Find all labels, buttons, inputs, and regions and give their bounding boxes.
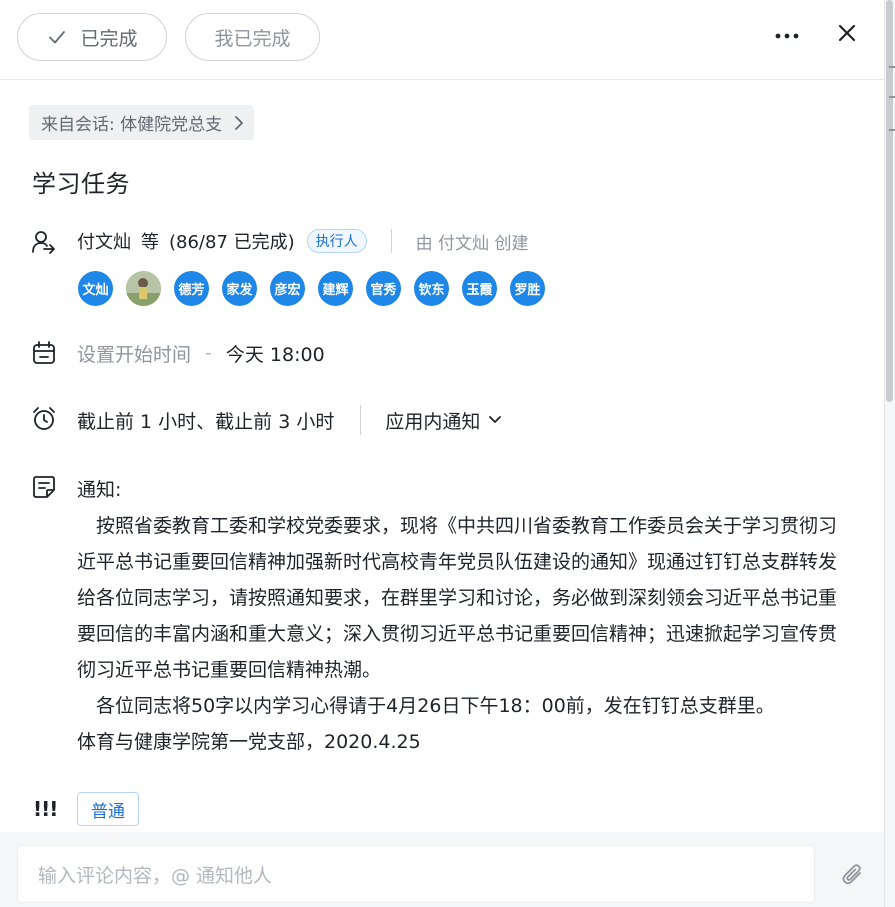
checkmark-icon (49, 31, 66, 44)
task-header: 已完成 我已完成 (0, 0, 884, 80)
my-done-button[interactable]: 我已完成 (185, 13, 320, 61)
alarm-clock-icon (33, 407, 55, 430)
source-conversation-link[interactable]: 来自会话: 体健院党总支 (29, 105, 255, 140)
avatar[interactable]: 官秀 (366, 271, 401, 306)
note-signature: 体育与健康学院第一党支部，2020.4.25 (77, 731, 421, 753)
task-description[interactable]: 通知: 按照省委教育工委和学校党委要求，现将《中共四川省委教育工作委员会关于学习… (77, 472, 847, 760)
source-label: 来自会话: 体健院党总支 (41, 115, 223, 135)
task-title[interactable]: 学习任务 (32, 164, 130, 199)
avatar[interactable]: 德芳 (174, 271, 209, 306)
assignee-lead-name: 付文灿 (77, 232, 131, 253)
notify-channel-select[interactable]: 应用内通知 (385, 407, 502, 434)
photo-avatar-image (126, 271, 161, 306)
assignees-icon (32, 231, 55, 254)
creator-info: 由 付文灿 创建 (415, 233, 529, 254)
avatar[interactable]: 玉霞 (462, 271, 497, 306)
due-time-field[interactable]: 今天 18:00 (226, 340, 325, 367)
note-heading: 通知: (77, 479, 122, 501)
chevron-right-icon (235, 115, 244, 130)
avatar-photo[interactable] (126, 271, 161, 306)
reminder-text[interactable]: 截止前 1 小时、截止前 3 小时 (77, 407, 334, 434)
attach-button[interactable] (838, 860, 868, 890)
task-detail-panel: 已完成 我已完成 来自会话: 体健院党总支 学习任务 付文灿 等 (86/87 … (0, 0, 895, 907)
my-done-label: 我已完成 (214, 27, 291, 50)
priority-icon: !!! (33, 797, 58, 821)
scrollbar-thumb[interactable] (886, 0, 893, 402)
divider (360, 405, 362, 435)
time-separator: - (205, 342, 212, 364)
priority-tag[interactable]: 普通 (77, 792, 139, 826)
close-icon (838, 24, 856, 42)
assignee-avatars: 文灿 德芳 家发 彦宏 建辉 官秀 钦东 玉霞 罗胜 (78, 271, 558, 306)
note-paragraph: 按照省委教育工委和学校党委要求，现将《中共四川省委教育工作委员会关于学习贯彻习近… (77, 515, 838, 681)
divider (390, 229, 392, 253)
mark-done-label: 已完成 (80, 27, 138, 50)
close-button[interactable] (832, 18, 862, 48)
paperclip-icon (842, 864, 861, 885)
avatar[interactable]: 罗胜 (510, 271, 545, 306)
avatar[interactable]: 钦东 (414, 271, 449, 306)
note-paragraph: 各位同志将50字以内学习心得请于4月26日下午18：00前，发在钉钉总支群里。 (77, 695, 775, 717)
start-time-field[interactable]: 设置开始时间 (77, 340, 191, 367)
avatar[interactable]: 家发 (222, 271, 257, 306)
comment-input[interactable]: 输入评论内容，@ 通知他人 (17, 845, 815, 903)
executor-tag: 执行人 (306, 229, 367, 253)
note-icon (33, 476, 55, 498)
schedule-line: 设置开始时间 - 今天 18:00 (77, 338, 325, 368)
reminder-line: 截止前 1 小时、截止前 3 小时 应用内通知 (77, 404, 502, 436)
chevron-down-icon (489, 416, 502, 423)
avatar[interactable]: 彦宏 (270, 271, 305, 306)
completion-progress: (86/87 已完成) (169, 232, 295, 253)
avatar[interactable]: 建辉 (318, 271, 353, 306)
avatar[interactable]: 文灿 (78, 271, 113, 306)
notify-channel-label: 应用内通知 (385, 410, 481, 433)
mark-done-button[interactable]: 已完成 (17, 13, 167, 61)
more-options-button[interactable] (770, 22, 804, 50)
more-dots-icon (775, 33, 799, 39)
assignees-summary[interactable]: 付文灿 等 (86/87 已完成) 执行人 由 付文灿 创建 (77, 226, 528, 256)
assignee-suffix: 等 (141, 232, 159, 253)
calendar-icon (33, 341, 55, 364)
